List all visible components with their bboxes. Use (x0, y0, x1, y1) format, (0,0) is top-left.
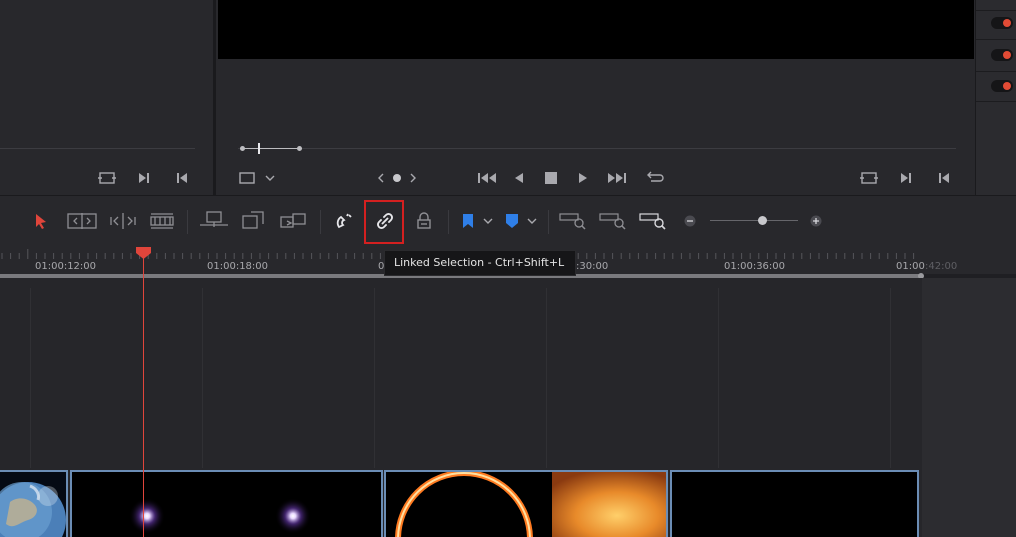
play-icon[interactable] (576, 169, 590, 187)
timecode-label: :42:00 (925, 261, 958, 272)
jog-nav-icon[interactable] (374, 169, 420, 187)
sun-thumbnail (386, 472, 666, 537)
timecode-label: 01:00:18:00 (207, 261, 269, 272)
dynamic-trim-mode-icon[interactable] (108, 210, 138, 232)
timeline-viewer-controls (216, 136, 975, 195)
clip-stars[interactable] (70, 470, 383, 537)
timecode-label: 01:00:36:00 (724, 261, 786, 272)
go-to-start-icon[interactable] (936, 169, 952, 187)
timecode-label: :30:00 (576, 261, 609, 272)
clip-earth[interactable] (0, 470, 68, 537)
zoom-out-icon[interactable] (682, 213, 698, 229)
marker-icon[interactable] (504, 210, 520, 232)
next-frame-icon[interactable] (898, 169, 914, 187)
timeline-viewer-video (218, 0, 974, 59)
position-lock-icon[interactable] (414, 210, 434, 232)
selection-mode-icon[interactable] (32, 210, 50, 232)
source-viewer-controls (0, 136, 213, 195)
timecode-label: 01:00:12:00 (35, 261, 97, 272)
rewind-icon[interactable] (476, 169, 498, 187)
source-scrubber[interactable] (0, 148, 195, 149)
next-frame-icon[interactable] (136, 169, 152, 187)
earth-thumbnail (0, 472, 66, 537)
zoom-slider-handle[interactable] (758, 216, 767, 225)
go-to-start-icon[interactable] (174, 169, 190, 187)
track-toggle-3[interactable] (991, 80, 1013, 92)
flag-icon[interactable] (460, 210, 476, 232)
viewer-frame-icon[interactable] (236, 169, 258, 187)
blade-edit-mode-icon[interactable] (148, 210, 176, 232)
jog-slider[interactable] (240, 143, 302, 154)
playhead-handle[interactable] (136, 247, 151, 259)
timeline-empty-area (922, 278, 1016, 537)
edit-toolbar (0, 195, 1016, 247)
loop-range-icon[interactable] (858, 169, 880, 187)
playhead-line[interactable] (143, 258, 144, 537)
clip-sun[interactable] (384, 470, 668, 537)
insert-clip-icon[interactable] (198, 210, 230, 232)
overwrite-clip-icon[interactable] (240, 210, 266, 232)
track-toggle-2[interactable] (991, 49, 1013, 61)
clip-black[interactable] (670, 470, 919, 537)
zoom-in-icon[interactable] (808, 213, 824, 229)
snapping-icon[interactable] (334, 210, 356, 232)
replace-clip-icon[interactable] (278, 210, 308, 232)
loop-icon[interactable] (644, 169, 666, 187)
timeline-scrubber[interactable] (238, 148, 956, 149)
linked-selection-tooltip: Linked Selection - Ctrl+Shift+L (384, 250, 576, 276)
chevron-down-icon[interactable] (526, 210, 538, 232)
source-viewer (0, 0, 213, 136)
stop-icon[interactable] (544, 169, 558, 187)
trim-edit-mode-icon[interactable] (66, 210, 98, 232)
full-extent-zoom-icon[interactable] (558, 210, 588, 232)
audio-mixer-panel (975, 0, 1016, 195)
fast-forward-icon[interactable] (606, 169, 628, 187)
jog-handle[interactable] (258, 143, 260, 154)
stars-thumbnail (72, 472, 381, 537)
detail-zoom-icon[interactable] (598, 210, 628, 232)
timecode-label: 01:00 (896, 261, 925, 272)
chevron-down-icon[interactable] (482, 210, 494, 232)
chevron-down-icon[interactable] (264, 171, 276, 185)
custom-zoom-icon[interactable] (638, 210, 668, 232)
track-toggle-1[interactable] (991, 17, 1013, 29)
linked-selection-icon[interactable] (374, 210, 396, 232)
zoom-slider[interactable] (710, 220, 798, 221)
loop-range-icon[interactable] (96, 169, 118, 187)
play-reverse-icon[interactable] (512, 169, 526, 187)
